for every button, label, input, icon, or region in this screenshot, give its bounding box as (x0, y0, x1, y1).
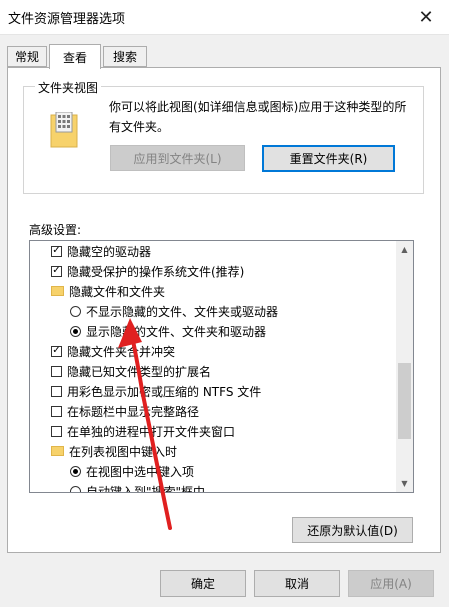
list-item[interactable]: 自动键入到"搜索"框中 (30, 481, 396, 492)
scroll-up-icon[interactable]: ▲ (396, 241, 413, 258)
checkbox-checked-icon[interactable]: ✓ (51, 245, 62, 257)
checkbox-checked-icon[interactable]: ✓ (51, 265, 62, 277)
tab-search[interactable]: 搜索 (103, 46, 147, 67)
radio-unselected-icon[interactable] (70, 485, 81, 492)
list-item[interactable]: 在标题栏中显示完整路径 (30, 401, 396, 421)
title-bar: 文件资源管理器选项 ✕ (0, 0, 449, 35)
folder-icon (51, 446, 64, 456)
list-item: 隐藏文件和文件夹 (30, 281, 396, 301)
checkbox-unchecked-icon[interactable] (51, 425, 62, 437)
list-item[interactable]: 隐藏已知文件类型的扩展名 (30, 361, 396, 381)
checkbox-unchecked-icon[interactable] (51, 385, 62, 397)
radio-selected-icon[interactable] (70, 325, 81, 337)
list-item[interactable]: ✓ 隐藏受保护的操作系统文件(推荐) (30, 261, 396, 281)
list-item[interactable]: 在视图中选中键入项 (30, 461, 396, 481)
tab-view[interactable]: 查看 (49, 44, 101, 69)
restore-defaults-button[interactable]: 还原为默认值(D) (292, 517, 413, 543)
scroll-down-icon[interactable]: ▼ (396, 475, 413, 492)
cancel-button[interactable]: 取消 (254, 570, 340, 597)
checkbox-checked-icon[interactable]: ✓ (51, 345, 62, 357)
checkbox-unchecked-icon[interactable] (51, 405, 62, 417)
folder-icon (51, 286, 64, 296)
folder-view-icon (50, 112, 78, 148)
list-item[interactable]: ✓ 隐藏空的驱动器 (30, 241, 396, 261)
advanced-settings-list[interactable]: ✓ 隐藏空的驱动器 ✓ 隐藏受保护的操作系统文件(推荐) 隐藏文件和文件夹 不显… (29, 240, 414, 493)
list-item: 在列表视图中键入时 (30, 441, 396, 461)
list-item[interactable]: ✓ 隐藏文件夹合并冲突 (30, 341, 396, 361)
close-icon[interactable]: ✕ (403, 0, 449, 34)
list-item[interactable]: 显示隐藏的文件、文件夹和驱动器 (30, 321, 396, 341)
list-item[interactable]: 不显示隐藏的文件、文件夹或驱动器 (30, 301, 396, 321)
checkbox-unchecked-icon[interactable] (51, 365, 62, 377)
reset-folders-button[interactable]: 重置文件夹(R) (262, 145, 395, 172)
folder-view-title: 文件夹视图 (35, 79, 102, 96)
radio-unselected-icon[interactable] (70, 305, 81, 317)
window-title: 文件资源管理器选项 (8, 12, 126, 27)
ok-button[interactable]: 确定 (160, 570, 246, 597)
apply-button[interactable]: 应用(A) (348, 570, 434, 597)
advanced-settings-label: 高级设置: (29, 223, 82, 237)
apply-to-folders-button[interactable]: 应用到文件夹(L) (110, 145, 245, 171)
list-item[interactable]: 用彩色显示加密或压缩的 NTFS 文件 (30, 381, 396, 401)
list-item[interactable]: 在单独的进程中打开文件夹窗口 (30, 421, 396, 441)
folder-view-description: 你可以将此视图(如详细信息或图标)应用于这种类型的所有文件夹。 (109, 100, 407, 134)
scroll-thumb[interactable] (398, 363, 411, 439)
tab-general[interactable]: 常规 (7, 46, 47, 67)
vertical-scrollbar[interactable]: ▲ ▼ (396, 241, 413, 492)
radio-selected-icon[interactable] (70, 465, 81, 477)
